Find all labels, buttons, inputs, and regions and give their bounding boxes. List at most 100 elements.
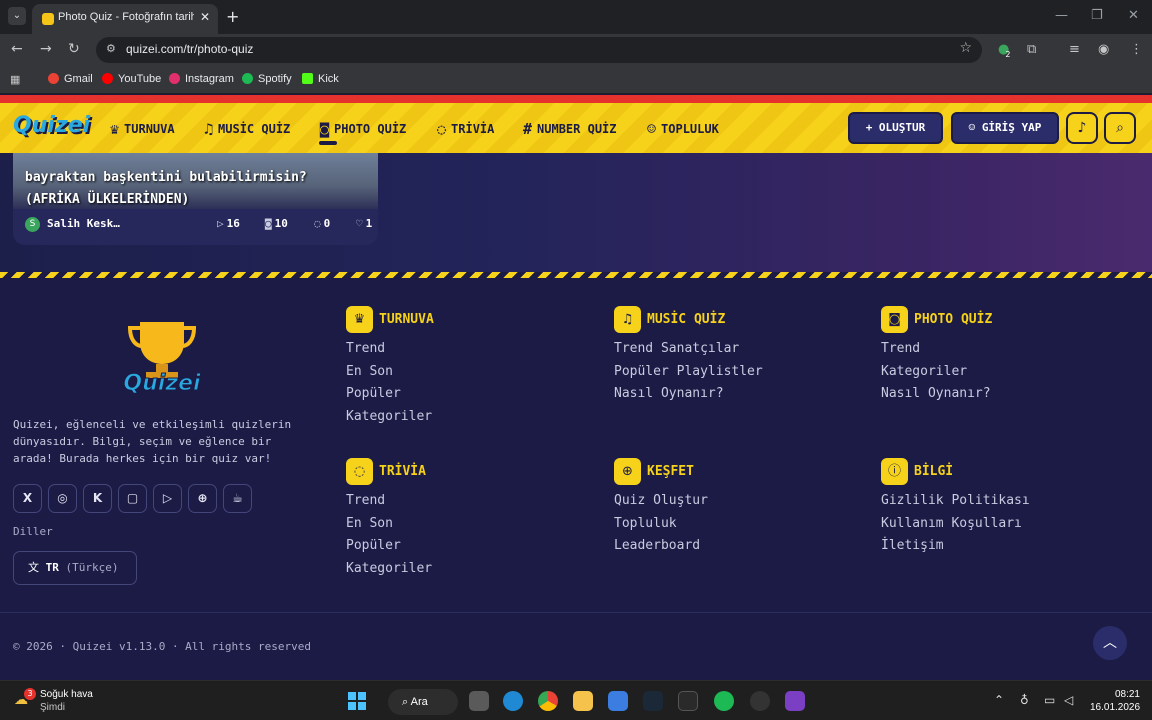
footer-link[interactable]: Trend Sanatçılar <box>614 341 854 357</box>
task-view-icon[interactable] <box>469 691 489 711</box>
profile-avatar-icon[interactable]: ◉ <box>1098 42 1109 57</box>
footer-link[interactable]: İletişim <box>881 538 1121 554</box>
footer-link[interactable]: Trend <box>346 341 586 357</box>
create-button[interactable]: + OLUŞTUR <box>848 112 943 144</box>
nav-topluluk[interactable]: ☺ TOPLULUK <box>647 120 719 138</box>
hash-icon: # <box>523 120 533 138</box>
search-button[interactable]: ⌕ <box>1104 112 1136 144</box>
new-tab-button[interactable]: + <box>226 7 239 26</box>
footer-link[interactable]: Kategoriler <box>881 364 1121 380</box>
camera-icon: ◙ <box>320 120 330 138</box>
footer-link[interactable]: Trend <box>881 341 1121 357</box>
tab-title: Photo Quiz - Fotoğrafın tarihini <box>58 11 194 23</box>
youtube-icon[interactable]: ▷ <box>153 484 182 513</box>
nav-label: MUSİC QUİZ <box>218 122 291 136</box>
bookmark-spotify[interactable]: Spotify <box>242 73 292 85</box>
taskbar-search[interactable]: ⌕ Ara <box>388 689 458 715</box>
apps-grid-icon[interactable]: ▦ <box>10 73 20 86</box>
social-links: X ◎ K ▢ ▷ ⊕ ☕ <box>13 484 273 514</box>
forward-button[interactable]: → <box>40 41 52 57</box>
site-info-icon[interactable]: ⚙ <box>106 42 116 55</box>
footer-divider <box>0 612 1152 613</box>
microphone-icon[interactable]: ♁ <box>1020 693 1029 707</box>
twitch-icon[interactable]: ▢ <box>118 484 147 513</box>
steam-icon[interactable] <box>643 691 663 711</box>
chrome-icon[interactable] <box>538 691 558 711</box>
minimize-button[interactable]: — <box>1055 8 1068 23</box>
clipchamp-icon[interactable] <box>785 691 805 711</box>
coffee-icon[interactable]: ☕ <box>223 484 252 513</box>
footer-link[interactable]: En Son <box>346 364 586 380</box>
obs-icon[interactable] <box>750 691 770 711</box>
footer-link[interactable]: Kullanım Koşulları <box>881 516 1121 532</box>
spotify-icon[interactable] <box>714 691 734 711</box>
x-icon[interactable]: X <box>13 484 42 513</box>
footer-link[interactable]: Gizlilik Politikası <box>881 493 1121 509</box>
search-label: Ara <box>410 696 428 708</box>
nav-number-quiz[interactable]: # NUMBER QUİZ <box>523 120 617 138</box>
nav-photo-quiz[interactable]: ◙ PHOTO QUİZ <box>320 120 406 138</box>
ms-store-icon[interactable] <box>608 691 628 711</box>
nav-turnuva[interactable]: ♛ TURNUVA <box>110 120 175 138</box>
bookmark-gmail[interactable]: Gmail <box>48 73 93 85</box>
author-name[interactable]: Salih Kesk… <box>47 217 120 230</box>
nav-trivia[interactable]: ◌ TRİVİA <box>437 120 494 138</box>
chevron-up-icon[interactable]: ⌃ <box>994 693 1004 707</box>
network-icon[interactable]: ▭ <box>1044 693 1055 707</box>
windows-start-icon[interactable] <box>348 692 366 710</box>
footer-link[interactable]: Trend <box>346 493 586 509</box>
footer-link[interactable]: Nasıl Oynanır? <box>881 386 1121 402</box>
taskbar-clock[interactable]: 08:21 16.01.2026 <box>1090 688 1140 714</box>
quiz-card-title[interactable]: bayraktan başkentini bulabilirmisin? (AF… <box>25 167 365 211</box>
epic-games-icon[interactable] <box>678 691 698 711</box>
volume-icon[interactable]: ◁ <box>1064 693 1073 707</box>
avatar[interactable]: S <box>25 217 40 232</box>
scroll-to-top-button[interactable]: ︿ <box>1093 626 1127 660</box>
reload-button[interactable]: ↻ <box>68 41 80 57</box>
bookmark-star-icon[interactable]: ☆ <box>959 40 972 56</box>
music-note-icon: ♫ <box>204 120 214 138</box>
instagram-icon[interactable]: ◎ <box>48 484 77 513</box>
tab-search-button[interactable]: ⌄ <box>8 7 26 25</box>
footer-link[interactable]: Topluluk <box>614 516 854 532</box>
edge-icon[interactable] <box>503 691 523 711</box>
bookmark-kick[interactable]: Kick <box>302 73 339 85</box>
extension-icon[interactable]: ●2 <box>998 42 1014 59</box>
address-bar[interactable]: ⚙ quizei.com/tr/photo-quiz ☆ <box>96 37 982 63</box>
tab-close-icon[interactable]: ✕ <box>200 10 210 24</box>
browser-toolbar: ← → ↻ ⚙ quizei.com/tr/photo-quiz ☆ ●2 ⧉ … <box>0 34 1152 66</box>
bookmark-instagram[interactable]: Instagram <box>169 73 234 85</box>
login-label: GİRİŞ YAP <box>981 121 1042 134</box>
file-explorer-icon[interactable] <box>573 691 593 711</box>
nav-music-quiz[interactable]: ♫ MUSİC QUİZ <box>204 120 290 138</box>
kick-icon[interactable]: K <box>83 484 112 513</box>
info-icon: ⓘ <box>881 458 908 485</box>
footer-link[interactable]: Popüler Playlistler <box>614 364 854 380</box>
language-selector[interactable]: 文 TR (Türkçe) <box>13 551 137 585</box>
bookmarks-bar: ▦ Gmail YouTube Instagram Spotify Kick <box>0 66 1152 94</box>
restore-button[interactable]: ❐ <box>1091 8 1103 23</box>
extensions-puzzle-icon[interactable]: ⧉ <box>1027 42 1036 57</box>
footer-link[interactable]: Quiz Oluştur <box>614 493 854 509</box>
bookmark-youtube[interactable]: YouTube <box>102 73 161 85</box>
footer-link[interactable]: Popüler <box>346 386 586 402</box>
footer-link[interactable]: Leaderboard <box>614 538 854 554</box>
footer-link[interactable]: Popüler <box>346 538 586 554</box>
browser-tab-active[interactable]: Photo Quiz - Fotoğrafın tarihini ✕ <box>32 4 218 34</box>
login-button[interactable]: ☺ GİRİŞ YAP <box>951 112 1059 144</box>
weather-widget[interactable]: ☁ 3 Soğuk hava Şimdi <box>14 688 124 716</box>
media-control-icon[interactable]: ≡ <box>1069 42 1080 57</box>
notifications-button[interactable]: ♪ <box>1066 112 1098 144</box>
browser-menu-icon[interactable]: ⋮ <box>1130 42 1143 57</box>
footer-logo-trophy[interactable]: Quizei <box>112 316 212 396</box>
back-button[interactable]: ← <box>11 41 23 57</box>
footer-link[interactable]: Kategoriler <box>346 561 586 577</box>
site-footer: Quizei Quizei, eğlenceli ve etkileşimli … <box>0 278 1152 680</box>
close-window-button[interactable]: ✕ <box>1128 8 1139 23</box>
footer-link[interactable]: Kategoriler <box>346 409 586 425</box>
site-logo[interactable]: Quizei <box>13 113 90 138</box>
globe-icon[interactable]: ⊕ <box>188 484 217 513</box>
footer-link[interactable]: En Son <box>346 516 586 532</box>
footer-link[interactable]: Nasıl Oynanır? <box>614 386 854 402</box>
quiz-card[interactable]: bayraktan başkentini bulabilirmisin? (AF… <box>13 153 378 245</box>
